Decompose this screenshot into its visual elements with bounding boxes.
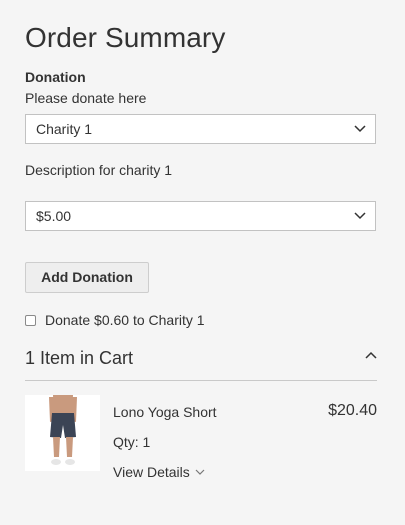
cart-header[interactable]: 1 Item in Cart xyxy=(25,348,377,381)
chevron-up-icon[interactable] xyxy=(365,350,377,360)
amount-select[interactable]: $5.00 xyxy=(25,201,376,231)
charity-description: Description for charity 1 xyxy=(25,162,173,178)
page-title: Order Summary xyxy=(25,22,226,53)
view-details-toggle[interactable]: View Details xyxy=(113,464,205,480)
chevron-down-icon xyxy=(195,469,205,475)
donation-prompt: Please donate here xyxy=(25,90,147,106)
roundup-option: Donate $0.60 to Charity 1 xyxy=(25,311,205,329)
product-image xyxy=(25,395,100,471)
product-price: $20.40 xyxy=(328,402,377,419)
chevron-down-icon xyxy=(354,125,366,133)
donation-label: Donation xyxy=(25,69,86,85)
roundup-checkbox[interactable] xyxy=(25,314,36,326)
add-donation-button[interactable]: Add Donation xyxy=(25,262,149,293)
product-name: Lono Yoga Short xyxy=(113,404,217,420)
charity-select-value: Charity 1 xyxy=(36,121,93,137)
view-details-label: View Details xyxy=(113,464,190,480)
charity-select[interactable]: Charity 1 xyxy=(25,114,376,144)
roundup-label[interactable]: Donate $0.60 to Charity 1 xyxy=(45,312,205,328)
amount-select-value: $5.00 xyxy=(36,208,72,224)
chevron-down-icon xyxy=(354,212,366,220)
product-qty: Qty: 1 xyxy=(113,434,151,450)
cart-title: 1 Item in Cart xyxy=(25,348,134,368)
